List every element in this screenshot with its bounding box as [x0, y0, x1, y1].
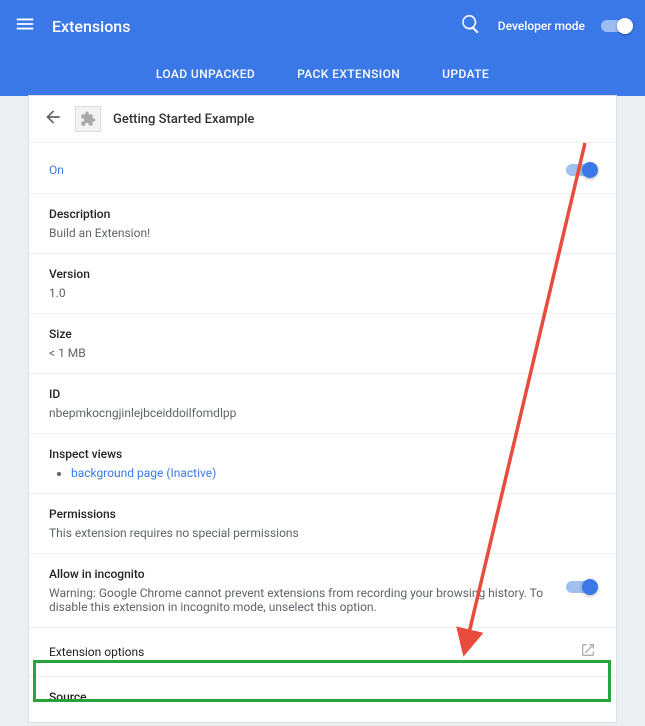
permissions-label: Permissions: [49, 507, 596, 521]
permissions-value: This extension requires no special permi…: [49, 526, 596, 540]
developer-mode-label: Developer mode: [498, 19, 585, 33]
enabled-toggle[interactable]: [566, 164, 596, 176]
incognito-label: Allow in incognito: [49, 567, 546, 581]
menu-icon[interactable]: [14, 13, 36, 39]
source-label: Source: [49, 690, 596, 704]
description-section: Description Build an Extension!: [29, 194, 616, 254]
tab-pack-extension[interactable]: PACK EXTENSION: [297, 67, 400, 81]
version-section: Version 1.0: [29, 254, 616, 314]
background-page-link[interactable]: background page (Inactive): [71, 466, 216, 480]
extension-puzzle-icon: [75, 106, 101, 132]
incognito-section: Allow in incognito Warning: Google Chrom…: [29, 554, 616, 628]
description-value: Build an Extension!: [49, 226, 596, 240]
back-arrow-icon[interactable]: [43, 107, 63, 131]
permissions-section: Permissions This extension requires no s…: [29, 494, 616, 554]
extension-name: Getting Started Example: [113, 112, 254, 127]
description-label: Description: [49, 207, 596, 221]
action-tabs: LOAD UNPACKED PACK EXTENSION UPDATE: [0, 52, 645, 96]
inspect-views-section: Inspect views background page (Inactive): [29, 434, 616, 494]
top-bar: Extensions Developer mode LOAD UNPACKED …: [0, 0, 645, 96]
size-label: Size: [49, 327, 596, 341]
page-title: Extensions: [52, 17, 460, 36]
version-value: 1.0: [49, 286, 596, 300]
incognito-warning: Warning: Google Chrome cannot prevent ex…: [49, 586, 546, 614]
enabled-label: On: [49, 163, 64, 177]
id-label: ID: [49, 387, 596, 401]
id-value: nbepmkocngjinlejbceiddoilfomdlpp: [49, 406, 596, 420]
inspect-views-label: Inspect views: [49, 447, 596, 461]
extension-options-row[interactable]: Extension options: [29, 628, 616, 677]
developer-mode-toggle[interactable]: [601, 20, 631, 32]
extension-detail-card: Getting Started Example On Description B…: [28, 95, 617, 723]
source-section: Source: [29, 677, 616, 722]
incognito-toggle[interactable]: [566, 581, 596, 593]
size-value: < 1 MB: [49, 346, 596, 360]
search-icon[interactable]: [460, 13, 482, 39]
size-section: Size < 1 MB: [29, 314, 616, 374]
extension-options-label: Extension options: [49, 645, 144, 659]
open-in-new-icon: [580, 642, 596, 662]
version-label: Version: [49, 267, 596, 281]
tab-load-unpacked[interactable]: LOAD UNPACKED: [156, 67, 255, 81]
id-section: ID nbepmkocngjinlejbceiddoilfomdlpp: [29, 374, 616, 434]
tab-update[interactable]: UPDATE: [442, 67, 489, 81]
detail-header: Getting Started Example: [29, 96, 616, 143]
enabled-row: On: [29, 143, 616, 194]
